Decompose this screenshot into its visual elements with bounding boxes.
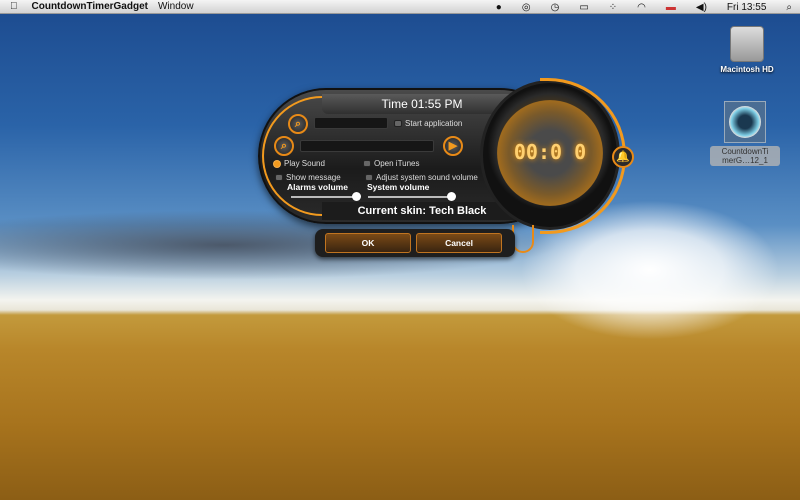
wifi-icon[interactable]: ◠ bbox=[637, 2, 646, 13]
show-message-checkbox[interactable]: Show message bbox=[275, 173, 341, 182]
menu-bar:  CountdownTimerGadget Window ● ◎ ◷ ▭ ⁘ … bbox=[0, 0, 800, 14]
alarm-bell-icon[interactable]: 🔔 bbox=[612, 146, 634, 168]
bluetooth-icon[interactable]: ⁘ bbox=[609, 2, 617, 13]
application-field[interactable] bbox=[314, 117, 388, 129]
slider-knob[interactable] bbox=[447, 192, 456, 201]
open-itunes-radio[interactable]: Open iTunes bbox=[363, 159, 420, 168]
widget-cord bbox=[512, 225, 534, 253]
menu-window[interactable]: Window bbox=[158, 1, 194, 12]
play-sound-radio[interactable]: Play Sound bbox=[273, 159, 325, 168]
current-skin: Current skin: Tech Black bbox=[322, 202, 522, 220]
sound-field[interactable] bbox=[300, 140, 434, 152]
play-button[interactable]: ▶ bbox=[443, 136, 463, 156]
search-sound-button[interactable]: ⌕ bbox=[274, 136, 294, 156]
desktop-icon-app[interactable]: CountdownTi merG…12_1 bbox=[710, 101, 780, 166]
desktop-icon-label: Macintosh HD bbox=[720, 65, 774, 74]
alarms-volume-slider[interactable] bbox=[291, 192, 361, 201]
system-volume-label: System volume bbox=[367, 182, 430, 192]
countdown-display[interactable]: 00:0 0 bbox=[500, 140, 600, 164]
search-app-button[interactable]: ⌕ bbox=[288, 114, 308, 134]
cancel-button[interactable]: Cancel bbox=[416, 233, 502, 253]
volume-icon[interactable]: ◀) bbox=[696, 2, 707, 13]
hard-drive-icon bbox=[730, 26, 764, 62]
system-volume-slider[interactable] bbox=[368, 192, 456, 201]
flag-icon[interactable]: ▬ bbox=[666, 2, 676, 13]
alarms-volume-label: Alarms volume bbox=[287, 182, 348, 192]
adjust-volume-checkbox[interactable]: Adjust system sound volume bbox=[365, 173, 478, 182]
desktop-icon-hd[interactable]: Macintosh HD bbox=[712, 26, 782, 74]
sync-icon[interactable]: ◎ bbox=[522, 2, 531, 13]
menu-app-name[interactable]: CountdownTimerGadget bbox=[32, 1, 148, 12]
apple-menu-icon[interactable]:  bbox=[10, 1, 18, 12]
status-icon[interactable]: ● bbox=[496, 2, 502, 13]
ok-button[interactable]: OK bbox=[325, 233, 411, 253]
app-icon bbox=[724, 101, 766, 143]
time-machine-icon[interactable]: ◷ bbox=[551, 2, 560, 13]
display-icon[interactable]: ▭ bbox=[579, 2, 588, 13]
slider-knob[interactable] bbox=[352, 192, 361, 201]
desktop-icon-label: CountdownTi merG…12_1 bbox=[710, 146, 780, 166]
start-application-checkbox[interactable]: Start application bbox=[394, 119, 462, 128]
clock[interactable]: Fri 13:55 bbox=[727, 2, 766, 13]
spotlight-icon[interactable]: ⌕ bbox=[786, 2, 792, 13]
